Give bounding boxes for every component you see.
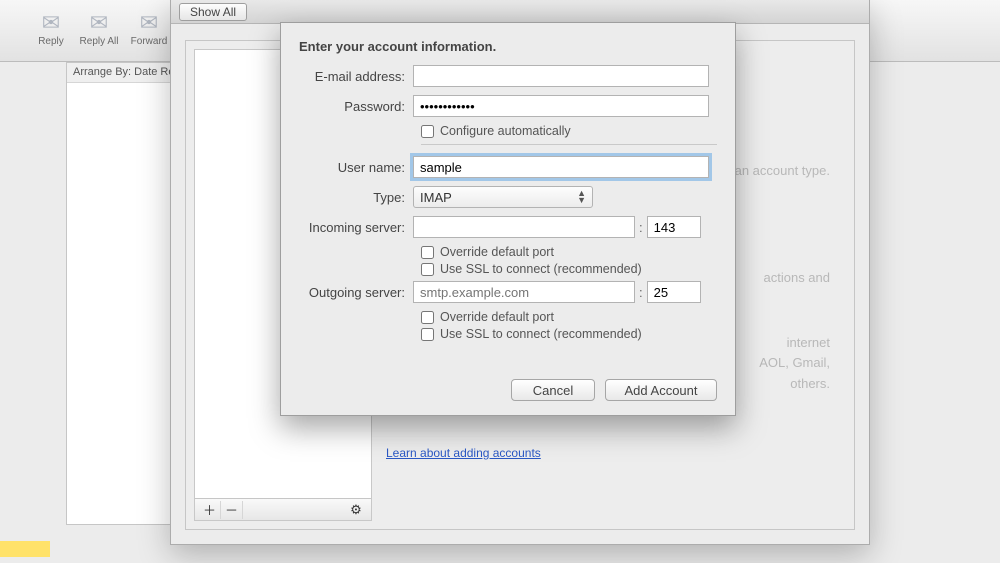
username-field[interactable] <box>413 156 709 178</box>
incoming-label: Incoming server: <box>299 220 413 235</box>
incoming-override-checkbox[interactable] <box>421 246 434 259</box>
type-label: Type: <box>299 190 413 205</box>
username-label: User name: <box>299 160 413 175</box>
accounts-list-footer: ＋ － ⚙ <box>195 498 371 520</box>
password-field[interactable] <box>413 95 709 117</box>
divider <box>421 144 717 145</box>
select-arrows-icon: ▲▼ <box>577 190 586 204</box>
add-account-button[interactable]: Add Account <box>605 379 717 401</box>
arrange-by-label: Arrange By: Date Re <box>73 66 175 78</box>
reply-icon: ✉︎ <box>30 12 72 34</box>
accounts-toolbar: Show All <box>171 0 869 24</box>
outgoing-port-field[interactable] <box>647 281 701 303</box>
outgoing-ssl-label: Use SSL to connect (recommended) <box>440 327 642 341</box>
reply-label: Reply <box>38 36 64 47</box>
learn-link[interactable]: Learn about adding accounts <box>386 446 541 460</box>
incoming-port-field[interactable] <box>647 216 701 238</box>
type-select[interactable]: IMAP ▲▼ <box>413 186 593 208</box>
cancel-button[interactable]: Cancel <box>511 379 595 401</box>
incoming-override-label: Override default port <box>440 245 554 259</box>
help-area: Learn about adding accounts <box>386 445 840 515</box>
incoming-ssl-label: Use SSL to connect (recommended) <box>440 262 642 276</box>
show-all-button[interactable]: Show All <box>179 3 247 21</box>
type-value: IMAP <box>420 190 452 205</box>
reply-button[interactable]: ✉︎ Reply <box>30 12 72 47</box>
selection-highlight <box>0 541 50 557</box>
email-field[interactable] <box>413 65 709 87</box>
gear-icon[interactable]: ⚙ <box>345 501 367 519</box>
outgoing-override-checkbox[interactable] <box>421 311 434 324</box>
outgoing-override-label: Override default port <box>440 310 554 324</box>
reply-all-button[interactable]: ✉︎ Reply All <box>78 12 120 47</box>
remove-account-icon[interactable]: － <box>221 501 243 519</box>
account-setup-dialog: Enter your account information. E-mail a… <box>280 22 736 416</box>
reply-all-label: Reply All <box>80 36 119 47</box>
port-separator-2: : <box>639 285 643 300</box>
password-label: Password: <box>299 99 413 114</box>
dialog-button-bar: Cancel Add Account <box>511 379 717 401</box>
forward-button[interactable]: ✉︎ Forward <box>128 12 170 47</box>
forward-label: Forward <box>131 36 168 47</box>
add-account-icon[interactable]: ＋ <box>199 501 221 519</box>
incoming-server-field[interactable] <box>413 216 635 238</box>
port-separator: : <box>639 220 643 235</box>
outgoing-server-field[interactable] <box>413 281 635 303</box>
outgoing-ssl-checkbox[interactable] <box>421 328 434 341</box>
forward-icon: ✉︎ <box>128 12 170 34</box>
incoming-ssl-checkbox[interactable] <box>421 263 434 276</box>
configure-auto-label: Configure automatically <box>440 124 571 138</box>
dialog-title: Enter your account information. <box>299 39 717 54</box>
email-label: E-mail address: <box>299 69 413 84</box>
reply-all-icon: ✉︎ <box>78 12 120 34</box>
configure-auto-checkbox[interactable] <box>421 125 434 138</box>
outgoing-label: Outgoing server: <box>299 285 413 300</box>
